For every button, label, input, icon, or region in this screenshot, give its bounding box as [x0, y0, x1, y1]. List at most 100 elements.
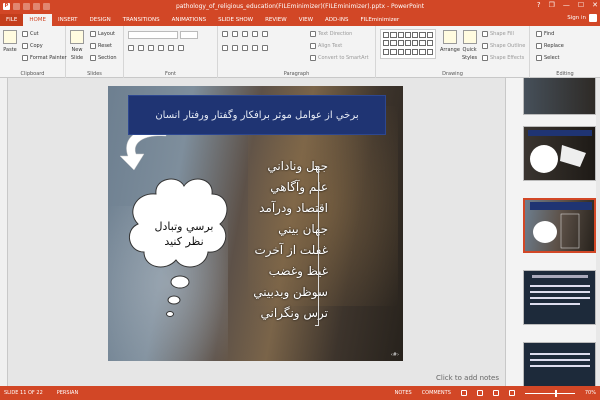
zoom-level[interactable]: 70% [585, 390, 596, 396]
strikethrough-icon[interactable] [158, 45, 164, 51]
justify-icon[interactable] [252, 45, 258, 51]
ribbon-home: Paste Cut Copy Format Painter Clipboard … [0, 26, 600, 78]
shapes-gallery[interactable] [380, 29, 436, 59]
font-color-icon[interactable] [178, 45, 184, 51]
tab-slide-show[interactable]: SLIDE SHOW [212, 14, 259, 26]
tab-transitions[interactable]: TRANSITIONS [117, 14, 166, 26]
align-left-icon[interactable] [222, 45, 228, 51]
section-button[interactable]: Section [90, 55, 117, 61]
thumbnails-scrollbar[interactable] [596, 78, 600, 386]
shape-heart-icon[interactable] [390, 48, 397, 55]
tab-file[interactable]: FILE [0, 14, 24, 26]
shape-textbox-icon[interactable] [383, 32, 390, 38]
line-spacing-icon[interactable] [262, 31, 268, 37]
tab-home[interactable]: HOME [23, 14, 53, 26]
shape-curve-icon[interactable] [390, 40, 397, 47]
italic-icon[interactable] [138, 45, 144, 51]
align-text-button[interactable]: Align Text [310, 43, 342, 49]
shape-brace-icon[interactable] [419, 40, 426, 47]
tab-insert[interactable]: INSERT [52, 14, 83, 26]
paste-button[interactable]: Paste [3, 30, 17, 53]
shape-callout-icon[interactable] [426, 40, 433, 47]
slide-title-banner[interactable]: برخي از عوامل موثر برافكار وگفتار ورفتار… [128, 95, 386, 135]
shape-arrow-icon[interactable] [397, 32, 404, 38]
current-slide[interactable]: برسي وتبادل نظر كنيد برخي از عوامل موثر … [108, 86, 403, 361]
shape-more-icon[interactable] [426, 48, 433, 55]
slides-pane-collapsed[interactable] [0, 78, 8, 386]
convert-smartart-button[interactable]: Convert to SmartArt [310, 55, 369, 61]
reset-button[interactable]: Reset [90, 43, 112, 49]
shape-right-arrow-icon[interactable] [397, 40, 404, 47]
arrange-button[interactable]: Arrange [440, 30, 460, 53]
shape-cloud-icon[interactable] [412, 48, 419, 55]
zoom-slider[interactable] [524, 389, 575, 397]
shape-rounded-rect-icon[interactable] [419, 32, 426, 38]
replace-button[interactable]: Replace [536, 43, 564, 49]
text-direction-button[interactable]: Text Direction [310, 31, 352, 37]
shape-elbow-icon[interactable] [383, 40, 390, 47]
tab-add-ins[interactable]: ADD-INS [319, 14, 354, 26]
reading-view-icon[interactable] [492, 390, 499, 396]
ribbon-display-button[interactable]: ❐ [549, 1, 555, 9]
slide-thumbnail-12[interactable] [523, 270, 596, 325]
notes-pane[interactable]: Click to add notes [8, 372, 505, 386]
layout-button[interactable]: Layout [90, 31, 115, 37]
quick-styles-icon [462, 30, 477, 44]
shadow-icon[interactable] [168, 45, 174, 51]
slide-thumbnail-10[interactable] [523, 126, 596, 181]
minimize-button[interactable]: — [563, 1, 570, 9]
slide-editor[interactable]: برسي وتبادل نظر كنيد برخي از عوامل موثر … [8, 78, 505, 386]
tab-review[interactable]: REVIEW [259, 14, 293, 26]
language-indicator[interactable]: PERSIAN [57, 390, 78, 396]
slide-thumbnail-9[interactable] [523, 78, 596, 115]
font-size-combo[interactable] [180, 31, 198, 39]
cut-button[interactable]: Cut [22, 31, 39, 37]
slide-thumbnail-13[interactable] [523, 342, 596, 386]
close-button[interactable]: ✕ [592, 1, 598, 9]
shape-down-arrow-icon[interactable] [404, 40, 412, 47]
font-label: Font [165, 71, 176, 77]
slide-thumbnail-11[interactable] [523, 198, 596, 253]
bullets-icon[interactable] [222, 31, 228, 37]
normal-view-icon[interactable] [460, 390, 467, 396]
shape-oval-icon[interactable] [412, 32, 419, 38]
bold-icon[interactable] [128, 45, 134, 51]
account-avatar-icon[interactable] [589, 14, 597, 22]
align-center-icon[interactable] [232, 45, 238, 51]
underline-icon[interactable] [148, 45, 154, 51]
tab-view[interactable]: VIEW [293, 14, 319, 26]
copy-button[interactable]: Copy [22, 43, 43, 49]
shape-line-icon[interactable] [390, 32, 397, 38]
numbering-icon[interactable] [232, 31, 238, 37]
align-right-icon[interactable] [242, 45, 248, 51]
columns-icon[interactable] [262, 45, 268, 51]
shape-wave-icon[interactable] [419, 48, 426, 55]
format-painter-button[interactable]: Format Painter [22, 55, 67, 61]
tab-fileminimizer[interactable]: FILEminimizer [354, 14, 405, 26]
slide-sorter-icon[interactable] [476, 390, 483, 396]
quick-styles-button[interactable]: Quick Styles [462, 30, 477, 61]
shape-effects-button[interactable]: Shape Effects [482, 55, 524, 61]
shape-outline-button[interactable]: Shape Outline [482, 43, 525, 49]
select-button[interactable]: Select [536, 55, 559, 61]
shape-moon-icon[interactable] [404, 48, 412, 55]
find-button[interactable]: Find [536, 31, 554, 37]
sign-in-link[interactable]: Sign in [567, 15, 586, 21]
slideshow-view-icon[interactable] [508, 390, 515, 396]
shape-bolt-icon[interactable] [397, 48, 404, 55]
shape-triangle-icon[interactable] [426, 32, 433, 38]
decrease-indent-icon[interactable] [242, 31, 248, 37]
shape-rect-icon[interactable] [404, 32, 412, 38]
shape-fill-button[interactable]: Shape Fill [482, 31, 514, 37]
increase-indent-icon[interactable] [252, 31, 258, 37]
new-slide-button[interactable]: New Slide [70, 30, 84, 61]
tab-animations[interactable]: ANIMATIONS [166, 14, 213, 26]
comments-toggle-button[interactable]: COMMENTS [422, 390, 451, 396]
help-button[interactable]: ? [537, 1, 541, 9]
font-name-combo[interactable] [128, 31, 178, 39]
notes-toggle-button[interactable]: NOTES [395, 390, 412, 396]
shape-flowchart-icon[interactable] [383, 48, 390, 55]
maximize-button[interactable]: ☐ [578, 1, 584, 9]
shape-star-icon[interactable] [412, 40, 419, 47]
tab-design[interactable]: DESIGN [84, 14, 117, 26]
